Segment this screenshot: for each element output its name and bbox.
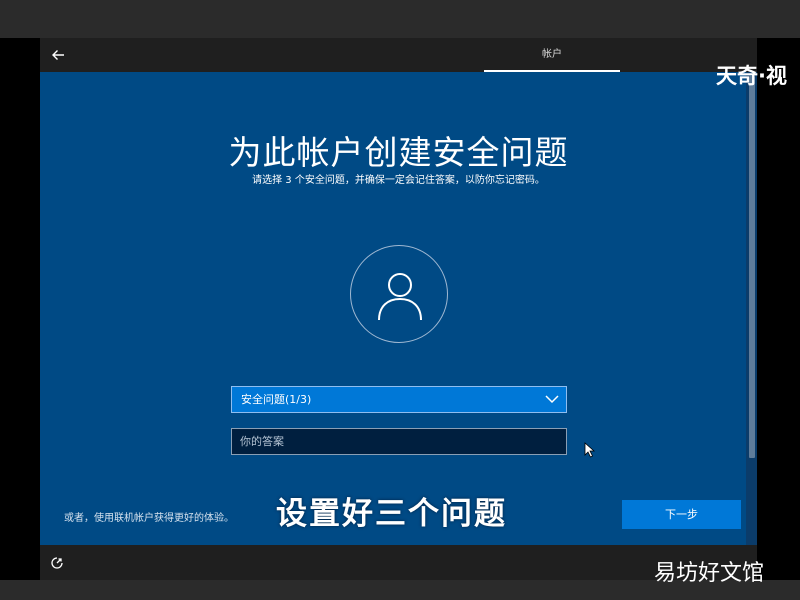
- page-title: 为此帐户创建安全问题: [228, 133, 569, 172]
- scrollbar-thumb[interactable]: [749, 76, 755, 458]
- page-subtitle: 请选择 3 个安全问题，并确保一定会记住答案，以防你忘记密码。: [252, 175, 545, 186]
- security-question-select[interactable]: 安全问题(1/3): [231, 386, 567, 413]
- back-arrow-icon: [52, 50, 64, 60]
- avatar: [350, 245, 448, 343]
- back-button[interactable]: [50, 47, 66, 63]
- security-question-label: 安全问题(1/3): [241, 393, 312, 406]
- oobe-screen: 帐户 为此帐户创建安全问题 请选择 3 个安全问题，并确保一定会记住答案，以防你…: [40, 38, 757, 580]
- ease-of-access-icon[interactable]: [51, 557, 63, 569]
- status-strip: [40, 545, 757, 580]
- video-caption: 设置好三个问题: [276, 496, 507, 532]
- main-content: 为此帐户创建安全问题 请选择 3 个安全问题，并确保一定会记住答案，以防你忘记密…: [40, 72, 757, 545]
- online-account-link[interactable]: 或者，使用联机帐户获得更好的体验。: [64, 509, 234, 524]
- answer-input[interactable]: [231, 428, 567, 455]
- scrollbar[interactable]: [746, 72, 757, 545]
- video-top-bar: [0, 0, 800, 38]
- mouse-cursor-icon: [584, 442, 595, 458]
- tab-account: 帐户: [542, 49, 562, 60]
- header-bar: 帐户: [40, 38, 757, 72]
- user-icon: [378, 273, 422, 321]
- next-button[interactable]: 下一步: [622, 500, 741, 529]
- watermark-top: 天奇·视: [716, 64, 787, 88]
- watermark-bottom: 易坊好文馆: [654, 561, 765, 586]
- chevron-down-icon: [545, 395, 559, 404]
